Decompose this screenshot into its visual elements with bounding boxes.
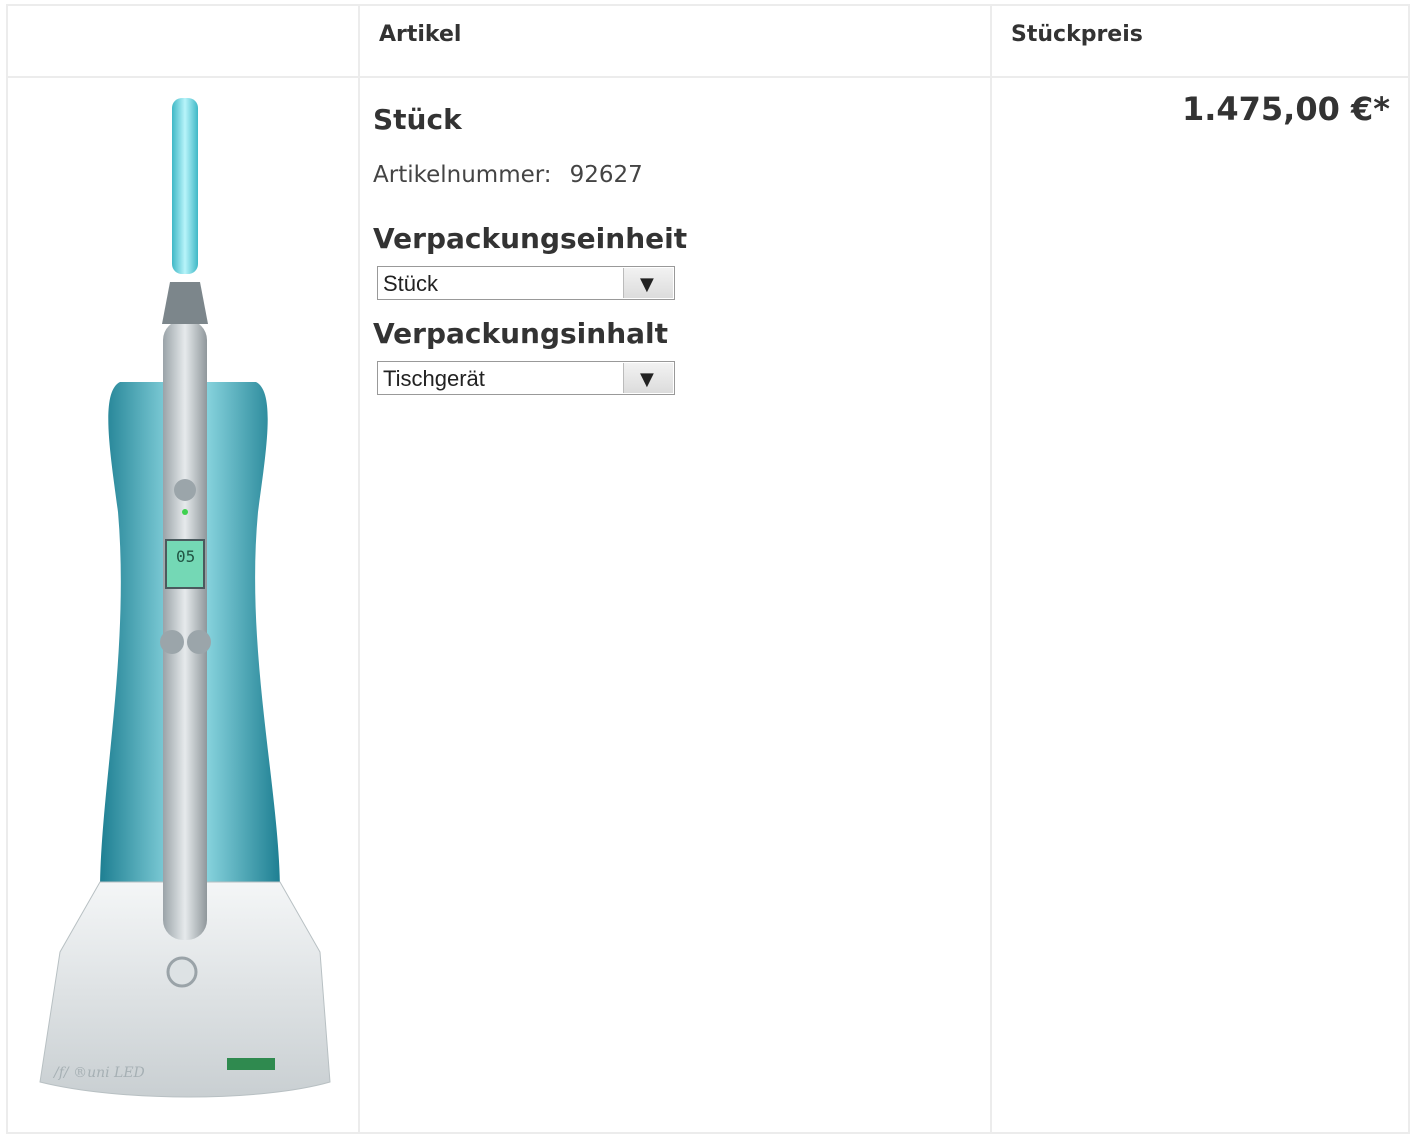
product-image[interactable]: /f/ ®uni LED 05 [30, 92, 340, 1112]
header-divider [8, 76, 1408, 78]
chevron-down-icon: ▼ [640, 274, 654, 295]
header-article: Artikel [379, 22, 462, 47]
header-unit-price: Stückpreis [1011, 22, 1143, 47]
packaging-content-label: Verpackungsinhalt [373, 317, 669, 350]
unit-price: 1.475,00 €* [1181, 90, 1390, 128]
packaging-unit-value: Stück [383, 271, 439, 296]
sku-value: 92627 [569, 162, 643, 188]
dropdown-button[interactable]: ▼ [623, 363, 673, 393]
sku-row: Artikelnummer: 92627 [373, 162, 643, 188]
dropdown-button[interactable]: ▼ [623, 268, 673, 298]
chevron-down-icon: ▼ [640, 369, 654, 390]
packaging-content-select[interactable]: Tischgerät ▼ [377, 361, 675, 395]
packaging-unit-select[interactable]: Stück ▼ [377, 266, 675, 300]
packaging-unit-label: Verpackungseinheit [373, 222, 688, 255]
column-divider [990, 6, 992, 1132]
sku-label: Artikelnummer: [373, 162, 552, 188]
svg-text:/f/ ®uni LED: /f/ ®uni LED [52, 1065, 145, 1081]
svg-text:05: 05 [176, 547, 195, 566]
product-title[interactable]: Stück [373, 103, 462, 136]
column-divider [358, 6, 360, 1132]
packaging-content-value: Tischgerät [383, 366, 485, 391]
